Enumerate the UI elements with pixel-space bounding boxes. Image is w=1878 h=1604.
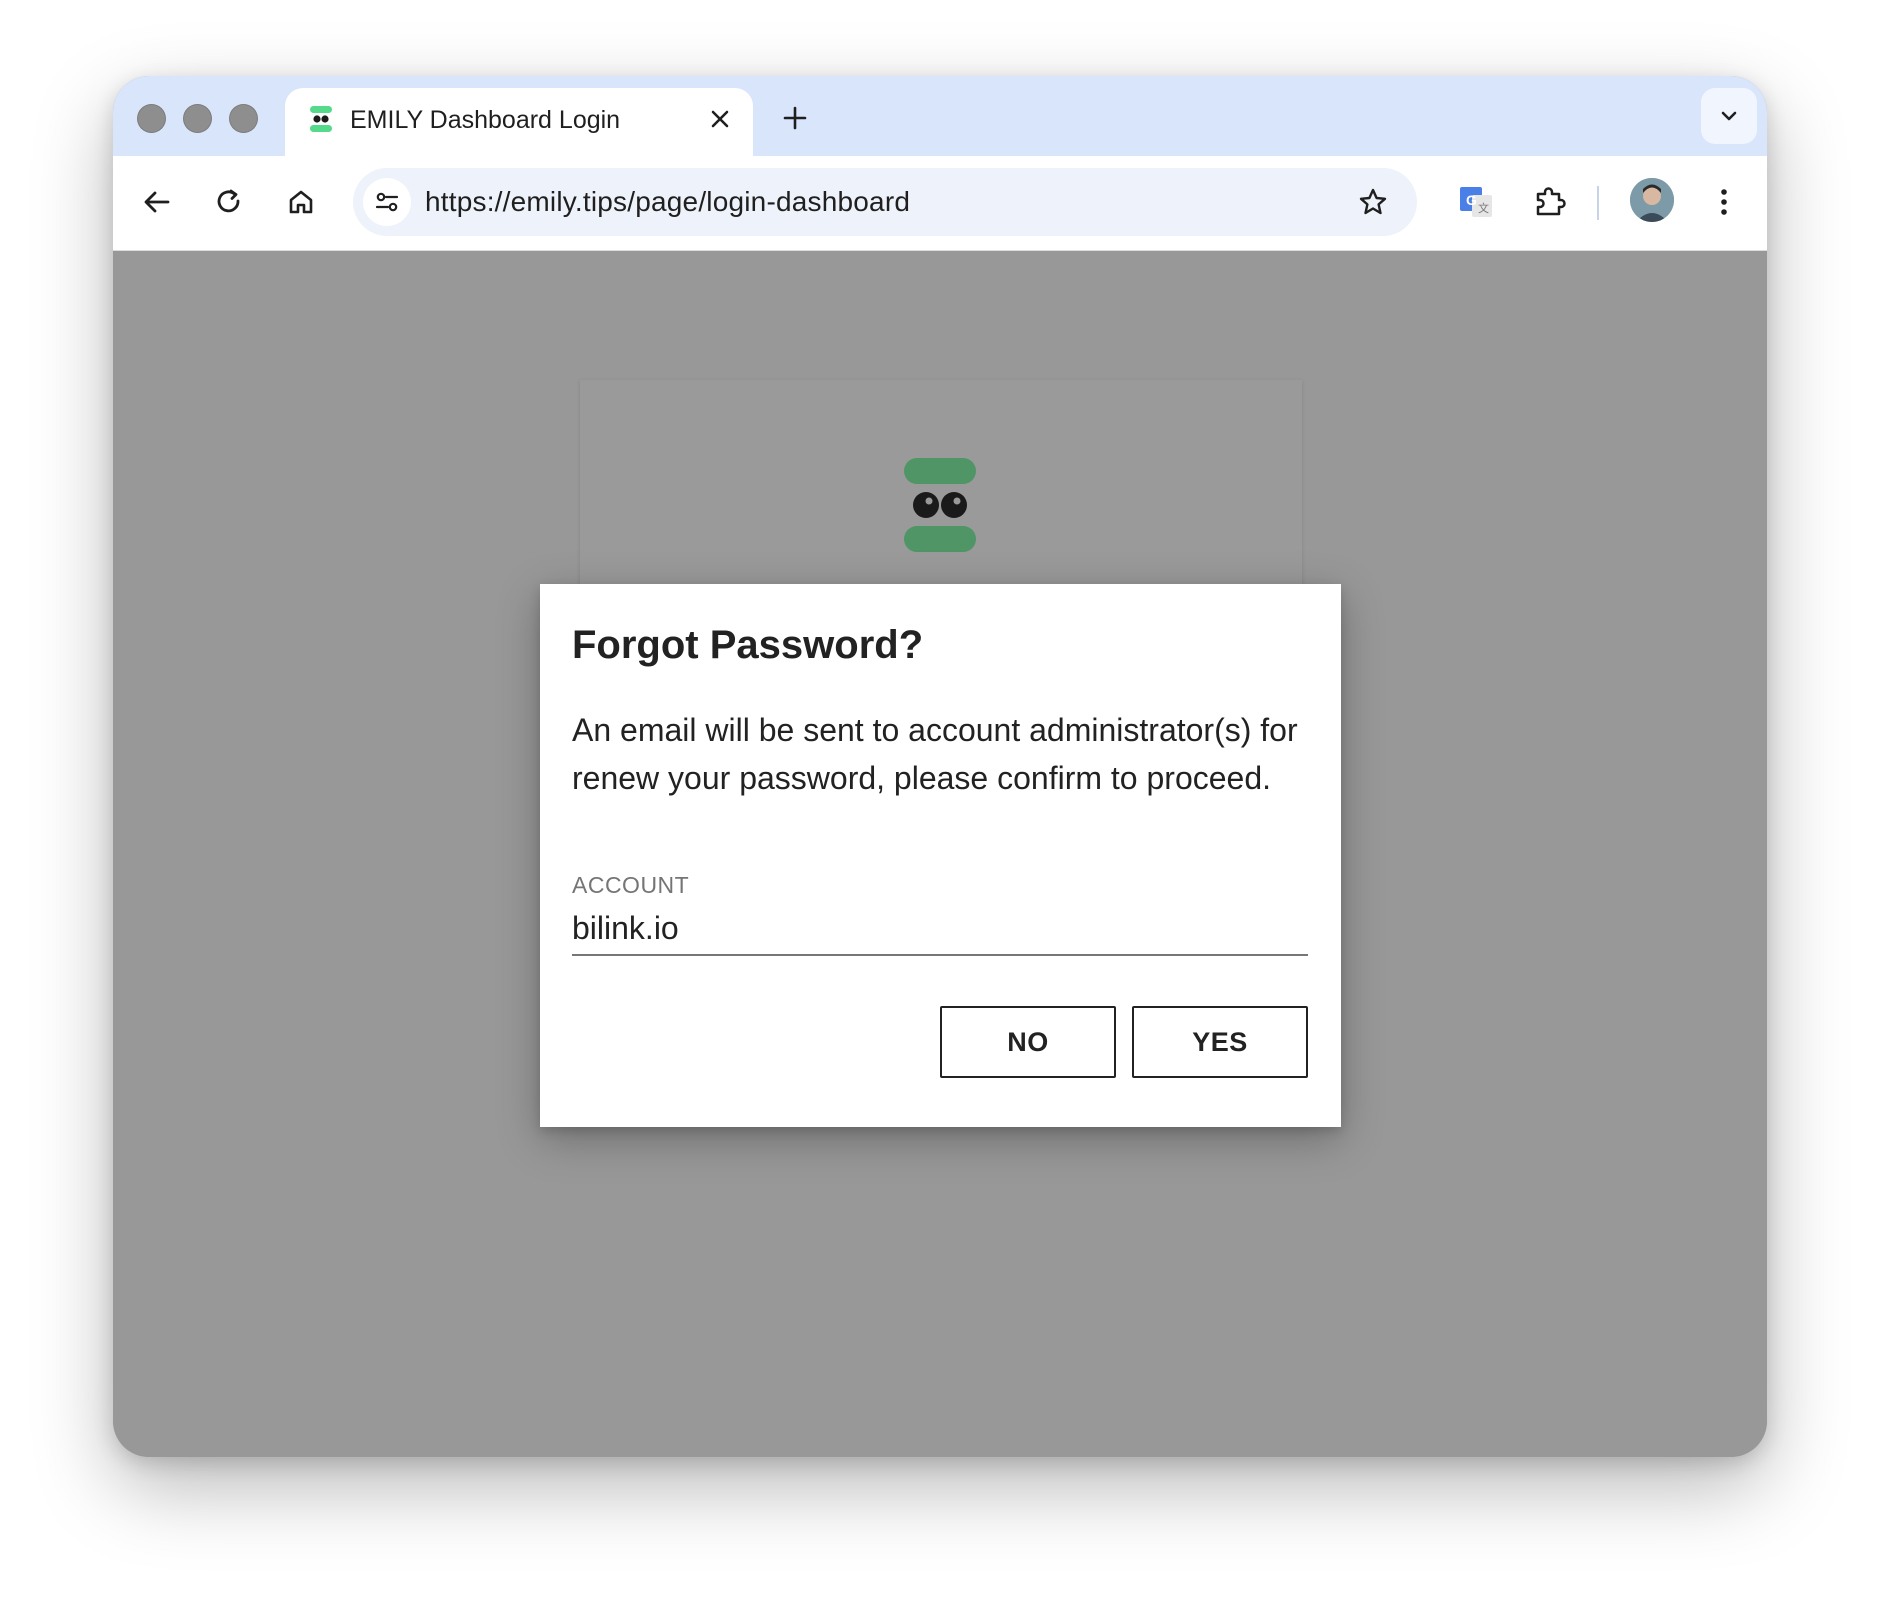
url-text[interactable]: https://emily.tips/page/login-dashboard bbox=[425, 185, 910, 219]
page-content: Forgot Password? An email will be sent t… bbox=[113, 251, 1767, 1457]
home-button[interactable] bbox=[277, 178, 325, 226]
extensions-button[interactable] bbox=[1526, 178, 1574, 226]
bookmark-button[interactable] bbox=[1351, 180, 1395, 224]
kebab-menu-icon bbox=[1721, 189, 1727, 215]
reload-icon bbox=[217, 189, 240, 213]
google-translate-icon: G 文 bbox=[1460, 187, 1492, 217]
maximize-window-button[interactable] bbox=[229, 104, 258, 133]
account-input[interactable] bbox=[572, 902, 1308, 956]
dialog-message: An email will be sent to account adminis… bbox=[572, 712, 1298, 796]
tab-emily-dashboard-login[interactable]: EMILY Dashboard Login bbox=[285, 88, 753, 160]
browser-toolbar: https://emily.tips/page/login-dashboard … bbox=[113, 156, 1767, 251]
avatar-icon bbox=[1630, 178, 1674, 222]
home-icon bbox=[289, 190, 313, 214]
chevron-down-icon bbox=[1721, 111, 1737, 121]
emily-logo-icon bbox=[310, 106, 332, 132]
new-tab-button[interactable] bbox=[775, 98, 815, 138]
yes-button[interactable]: YES bbox=[1132, 1006, 1308, 1078]
svg-text:G: G bbox=[1466, 192, 1477, 208]
plus-icon bbox=[783, 106, 807, 130]
no-button[interactable]: NO bbox=[940, 1006, 1116, 1078]
toolbar-divider bbox=[1597, 186, 1599, 220]
tab-search-button[interactable] bbox=[1701, 88, 1757, 144]
browser-window: EMILY Dashboard Login https://emily.tips… bbox=[113, 76, 1767, 1457]
puzzle-icon bbox=[1536, 187, 1566, 216]
close-icon bbox=[711, 110, 729, 128]
star-icon bbox=[1359, 188, 1387, 215]
close-window-button[interactable] bbox=[137, 104, 166, 133]
svg-text:文: 文 bbox=[1478, 201, 1489, 215]
account-label: ACCOUNT bbox=[572, 872, 690, 898]
minimize-window-button[interactable] bbox=[183, 104, 212, 133]
tune-icon bbox=[375, 192, 399, 212]
profile-avatar[interactable] bbox=[1630, 178, 1674, 222]
dialog-title: Forgot Password? bbox=[572, 623, 924, 667]
site-info-button[interactable] bbox=[363, 178, 411, 226]
forgot-password-dialog: Forgot Password? An email will be sent t… bbox=[540, 584, 1341, 1127]
tab-title: EMILY Dashboard Login bbox=[350, 106, 621, 134]
reload-button[interactable] bbox=[205, 178, 253, 226]
arrow-left-icon bbox=[144, 191, 170, 213]
address-bar[interactable]: https://emily.tips/page/login-dashboard bbox=[353, 168, 1417, 236]
emily-logo-icon bbox=[904, 458, 976, 552]
tab-strip: EMILY Dashboard Login bbox=[113, 76, 1767, 160]
browser-menu-button[interactable] bbox=[1700, 178, 1748, 226]
close-tab-button[interactable] bbox=[703, 102, 737, 136]
translate-button[interactable]: G 文 bbox=[1452, 178, 1500, 226]
back-button[interactable] bbox=[133, 178, 181, 226]
